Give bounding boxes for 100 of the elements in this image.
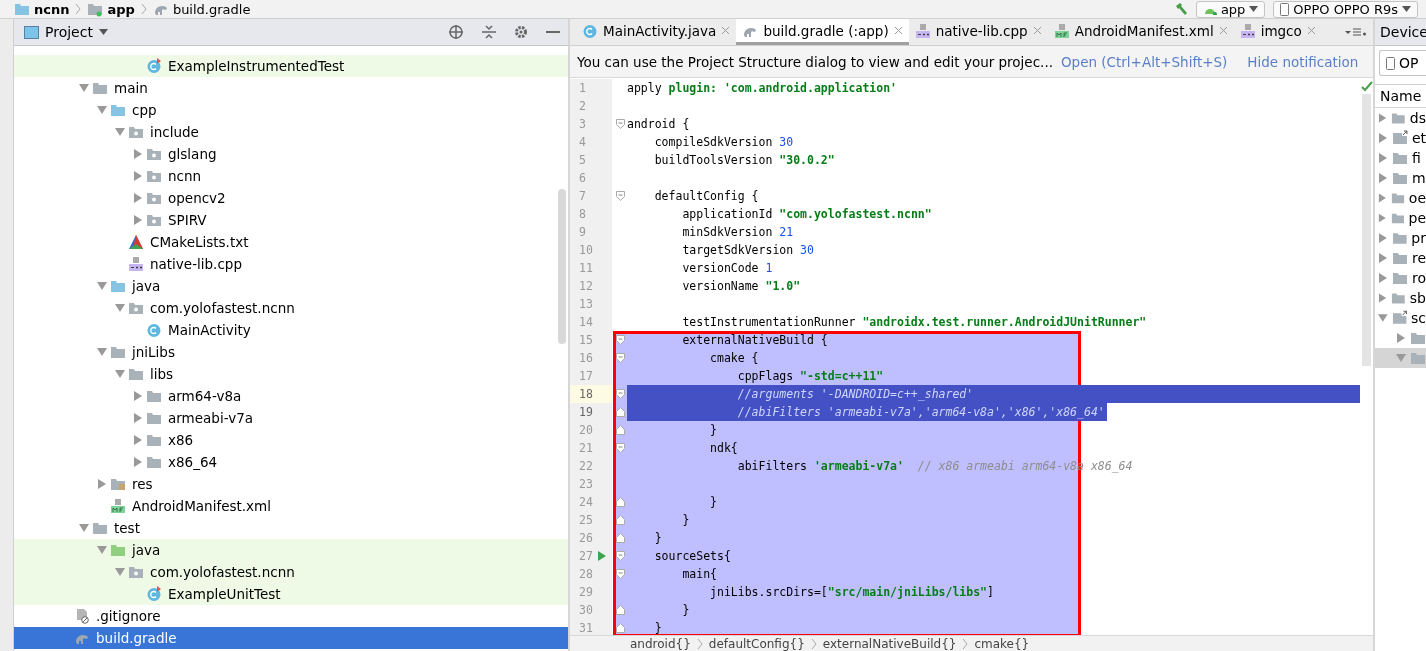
breadcrumb[interactable]: defaultConfig{} xyxy=(708,636,805,651)
tree-item[interactable]: ExampleInstrumentedTest xyxy=(14,55,568,77)
file-row[interactable]: m xyxy=(1375,168,1426,188)
collapsed-arrow-icon[interactable] xyxy=(1378,153,1388,163)
collapsed-arrow-icon[interactable] xyxy=(133,171,143,181)
notification-link[interactable]: Open (Ctrl+Alt+Shift+S) xyxy=(1061,53,1228,70)
expanded-arrow-icon[interactable] xyxy=(97,105,107,115)
run-config-dropdown[interactable]: app xyxy=(1195,0,1266,18)
close-icon[interactable] xyxy=(721,26,731,35)
editor-tab[interactable]: build.gradle (:app) xyxy=(736,19,909,45)
file-row[interactable]: fi xyxy=(1375,148,1426,168)
close-icon[interactable] xyxy=(893,26,903,35)
tree-item[interactable]: build.gradle xyxy=(14,627,568,649)
fold-marker-icon[interactable] xyxy=(616,443,625,453)
expanded-arrow-icon[interactable] xyxy=(79,83,89,93)
notification-link[interactable]: Hide notification xyxy=(1247,53,1359,70)
check-icon[interactable] xyxy=(1361,81,1373,93)
tree-item[interactable]: SPIRV xyxy=(14,209,568,231)
tree-item[interactable]: .gitignore xyxy=(14,605,568,627)
expanded-arrow-icon[interactable] xyxy=(79,523,89,533)
editor-tab[interactable]: imgco xyxy=(1233,19,1322,45)
tree-item[interactable]: com.yolofastest.ncnn xyxy=(14,561,568,583)
close-icon[interactable] xyxy=(1032,26,1042,35)
locate-icon[interactable] xyxy=(448,24,464,40)
editor-tab[interactable]: MainActivity.java xyxy=(576,19,737,45)
fold-end-icon[interactable] xyxy=(616,497,625,507)
file-row[interactable]: ro xyxy=(1375,268,1426,288)
tree-item[interactable]: opencv2 xyxy=(14,187,568,209)
scrollbar[interactable] xyxy=(558,189,566,344)
settings-icon[interactable] xyxy=(514,25,528,39)
view-selector[interactable]: Project xyxy=(24,24,108,40)
tree-item[interactable]: test xyxy=(14,517,568,539)
expanded-arrow-icon[interactable] xyxy=(115,567,125,577)
run-icon[interactable] xyxy=(598,551,606,561)
file-row[interactable]: ds xyxy=(1375,108,1426,128)
fold-marker-icon[interactable] xyxy=(616,551,625,561)
tree-item[interactable]: native-lib.cpp xyxy=(14,253,568,275)
breadcrumb[interactable]: externalNativeBuild{} xyxy=(822,636,957,651)
tree-item[interactable]: glslang xyxy=(14,143,568,165)
fold-end-icon[interactable] xyxy=(616,515,625,525)
collapsed-arrow-icon[interactable] xyxy=(133,149,143,159)
file-row[interactable] xyxy=(1375,348,1426,368)
file-row[interactable]: et xyxy=(1375,128,1426,148)
file-row[interactable]: pe xyxy=(1375,208,1426,228)
collapsed-arrow-icon[interactable] xyxy=(133,391,143,401)
fold-marker-icon[interactable] xyxy=(616,353,625,363)
tree-item[interactable]: cpp xyxy=(14,99,568,121)
tree-item[interactable]: com.yolofastest.ncnn xyxy=(14,297,568,319)
collapsed-arrow-icon[interactable] xyxy=(1396,333,1406,343)
collapsed-arrow-icon[interactable] xyxy=(133,193,143,203)
tree-item[interactable]: java xyxy=(14,539,568,561)
collapsed-arrow-icon[interactable] xyxy=(1378,253,1388,263)
hammer-icon[interactable] xyxy=(1173,2,1188,16)
fold-end-icon[interactable] xyxy=(616,425,625,435)
collapsed-arrow-icon[interactable] xyxy=(1378,113,1388,123)
tab-list-icon[interactable] xyxy=(1345,27,1367,37)
tree-item[interactable]: java xyxy=(14,275,568,297)
collapsed-arrow-icon[interactable] xyxy=(133,457,143,467)
collapsed-arrow-icon[interactable] xyxy=(1378,293,1388,303)
tree-item[interactable]: jniLibs xyxy=(14,341,568,363)
fold-end-icon[interactable] xyxy=(616,533,625,543)
expanded-arrow-icon[interactable] xyxy=(97,347,107,357)
breadcrumb[interactable]: build.gradle xyxy=(152,1,251,17)
expanded-arrow-icon[interactable] xyxy=(115,369,125,379)
fold-marker-icon[interactable] xyxy=(616,119,625,129)
tree-item[interactable]: armeabi-v7a xyxy=(14,407,568,429)
tree-item[interactable]: AndroidManifest.xml xyxy=(14,495,568,517)
editor-tab[interactable]: AndroidManifest.xml xyxy=(1047,19,1234,45)
collapsed-arrow-icon[interactable] xyxy=(133,413,143,423)
file-row[interactable]: pr xyxy=(1375,228,1426,248)
expanded-arrow-icon[interactable] xyxy=(97,281,107,291)
file-row[interactable]: sb xyxy=(1375,288,1426,308)
close-icon[interactable] xyxy=(1218,26,1228,35)
collapse-all-icon[interactable] xyxy=(482,25,496,39)
collapsed-arrow-icon[interactable] xyxy=(1378,233,1388,243)
expanded-arrow-icon[interactable] xyxy=(1396,353,1406,363)
tree-item[interactable]: MainActivity xyxy=(14,319,568,341)
expanded-arrow-icon[interactable] xyxy=(97,545,107,555)
tree-item[interactable]: CMakeLists.txt xyxy=(14,231,568,253)
fold-end-icon[interactable] xyxy=(616,407,625,417)
close-icon[interactable] xyxy=(1306,26,1316,35)
expanded-arrow-icon[interactable] xyxy=(115,303,125,313)
tree-item[interactable]: res xyxy=(14,473,568,495)
column-header[interactable]: Name xyxy=(1375,84,1426,108)
collapsed-arrow-icon[interactable] xyxy=(1378,133,1388,143)
tree-item[interactable]: x86_64 xyxy=(14,451,568,473)
fold-marker-icon[interactable] xyxy=(616,389,625,399)
collapsed-arrow-icon[interactable] xyxy=(1378,193,1387,203)
collapsed-arrow-icon[interactable] xyxy=(97,479,107,489)
tree-item[interactable]: ncnn xyxy=(14,165,568,187)
device-selector[interactable]: OP xyxy=(1379,50,1426,76)
tree-item[interactable]: ExampleUnitTest xyxy=(14,583,568,605)
collapsed-arrow-icon[interactable] xyxy=(133,435,143,445)
fold-marker-icon[interactable] xyxy=(616,191,625,201)
fold-end-icon[interactable] xyxy=(616,605,625,615)
expanded-arrow-icon[interactable] xyxy=(1378,313,1388,323)
breadcrumb[interactable]: cmake{} xyxy=(974,636,1030,651)
fold-marker-icon[interactable] xyxy=(616,569,625,579)
file-row[interactable]: re xyxy=(1375,248,1426,268)
collapsed-arrow-icon[interactable] xyxy=(1378,213,1387,223)
